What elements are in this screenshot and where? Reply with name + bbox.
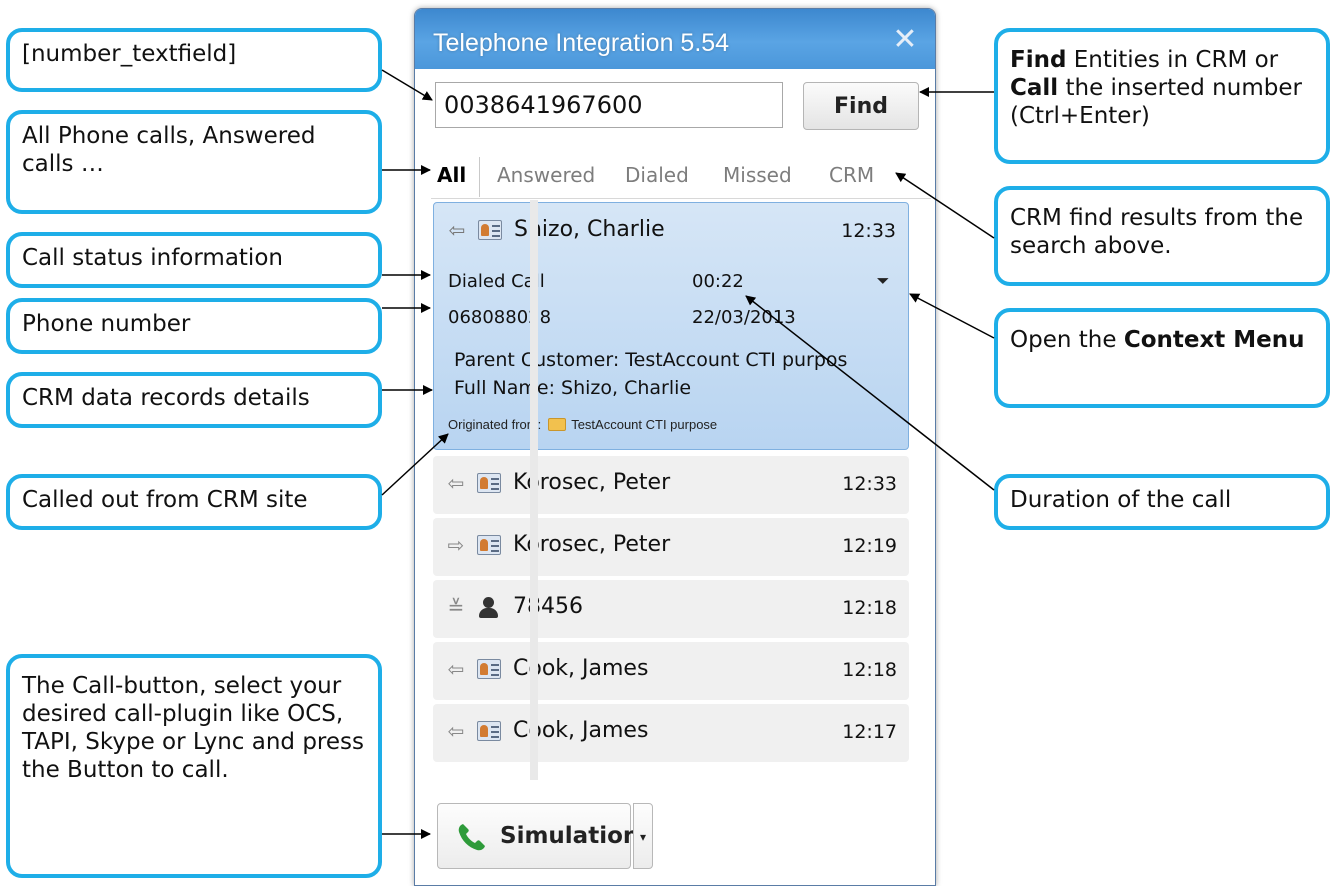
callout-duration: Duration of the call bbox=[994, 474, 1330, 530]
call-entry[interactable]: ≚ 78456 12:18 bbox=[433, 580, 909, 638]
callout-find: Find Entities in CRM or Call the inserte… bbox=[994, 28, 1330, 164]
callout-context-menu: Open the Context Menu bbox=[994, 308, 1330, 408]
caller-name: 78456 bbox=[513, 594, 583, 619]
callout-crm-find: CRM find results from the search above. bbox=[994, 186, 1330, 286]
call-date: 22/03/2013 bbox=[692, 307, 796, 328]
call-time: 12:33 bbox=[841, 220, 896, 242]
list-scrollbar[interactable] bbox=[530, 200, 538, 780]
call-time: 12:18 bbox=[842, 597, 897, 619]
call-button[interactable]: Simulation bbox=[437, 803, 639, 869]
callout-phone-number: Phone number bbox=[6, 298, 382, 354]
call-entry[interactable]: ⇦ Cook, James 12:18 bbox=[433, 642, 909, 700]
callout-crm-details: CRM data records details bbox=[6, 372, 382, 428]
callout-call-status: Call status information bbox=[6, 232, 382, 288]
missed-call-icon: ≚ bbox=[447, 595, 465, 619]
call-bold: Call bbox=[1010, 75, 1059, 101]
window-title: Telephone Integration 5.54 bbox=[433, 29, 730, 57]
number-textfield[interactable] bbox=[435, 82, 783, 128]
contact-card-icon bbox=[477, 659, 501, 679]
find-button[interactable]: Find bbox=[803, 82, 919, 130]
telephone-integration-window: Telephone Integration 5.54 ✕ Find All An… bbox=[414, 8, 936, 886]
outgoing-call-icon: ⇦ bbox=[448, 218, 466, 242]
callout-called-out: Called out from CRM site bbox=[6, 474, 382, 530]
outgoing-call-icon: ⇦ bbox=[447, 657, 465, 681]
call-button-label: Simulation bbox=[500, 823, 640, 849]
phone-icon bbox=[458, 824, 485, 851]
find-bold: Find bbox=[1010, 47, 1067, 73]
call-time: 12:17 bbox=[842, 721, 897, 743]
tab-crm[interactable]: CRM bbox=[829, 163, 874, 187]
context-text: Open the bbox=[1010, 327, 1124, 353]
crm-full-name: Full Name: Shizo, Charlie bbox=[454, 377, 692, 399]
folder-icon bbox=[548, 418, 567, 431]
call-plugin-dropdown[interactable]: ▾ bbox=[633, 803, 653, 869]
find-text: Entities in CRM or bbox=[1066, 47, 1279, 73]
tab-answered[interactable]: Answered bbox=[497, 163, 595, 187]
call-list: ⇦ Shizo, Charlie 12:33 Dialed Call 00:22… bbox=[433, 202, 909, 782]
person-icon bbox=[477, 597, 501, 618]
call-time: 12:33 bbox=[842, 473, 897, 495]
originated-from: Originated from: TestAccount CTI purpose bbox=[448, 417, 717, 432]
incoming-call-icon: ⇨ bbox=[447, 533, 465, 557]
callout-call-button: The Call-button, select your desired cal… bbox=[6, 654, 382, 878]
call-filter-tabs: All Answered Dialed Missed CRM bbox=[431, 149, 931, 199]
tab-dialed[interactable]: Dialed bbox=[625, 163, 689, 187]
contact-card-icon bbox=[478, 220, 502, 240]
crm-parent-customer: Parent Customer: TestAccount CTI purpos bbox=[454, 349, 848, 371]
context-bold: Context Menu bbox=[1123, 327, 1305, 353]
window-content: Find All Answered Dialed Missed CRM ⇦ Sh… bbox=[419, 69, 931, 885]
originated-label: Originated from: bbox=[448, 417, 542, 432]
contact-card-icon bbox=[477, 535, 501, 555]
call-time: 12:18 bbox=[842, 659, 897, 681]
call-entry[interactable]: ⇨ Korosec, Peter 12:19 bbox=[433, 518, 909, 576]
call-duration: 00:22 bbox=[692, 271, 744, 292]
callout-all-calls: All Phone calls, Answered calls … bbox=[6, 110, 382, 214]
contact-card-icon bbox=[477, 721, 501, 741]
tab-missed[interactable]: Missed bbox=[723, 163, 792, 187]
close-icon[interactable]: ✕ bbox=[891, 25, 919, 55]
title-bar[interactable]: Telephone Integration 5.54 ✕ bbox=[415, 9, 935, 69]
call-entry-expanded[interactable]: ⇦ Shizo, Charlie 12:33 Dialed Call 00:22… bbox=[433, 202, 909, 450]
outgoing-call-icon: ⇦ bbox=[447, 471, 465, 495]
tab-divider bbox=[479, 157, 480, 197]
call-time: 12:19 bbox=[842, 535, 897, 557]
outgoing-call-icon: ⇦ bbox=[447, 719, 465, 743]
originated-link[interactable]: TestAccount CTI purpose bbox=[571, 417, 717, 432]
tab-all[interactable]: All bbox=[437, 163, 466, 187]
call-entry[interactable]: ⇦ Cook, James 12:17 bbox=[433, 704, 909, 762]
call-entry[interactable]: ⇦ Korosec, Peter 12:33 bbox=[433, 456, 909, 514]
context-menu-icon[interactable]: ⏷ bbox=[874, 273, 892, 289]
callout-number-textfield: [number_textfield] bbox=[6, 28, 382, 92]
contact-card-icon bbox=[477, 473, 501, 493]
